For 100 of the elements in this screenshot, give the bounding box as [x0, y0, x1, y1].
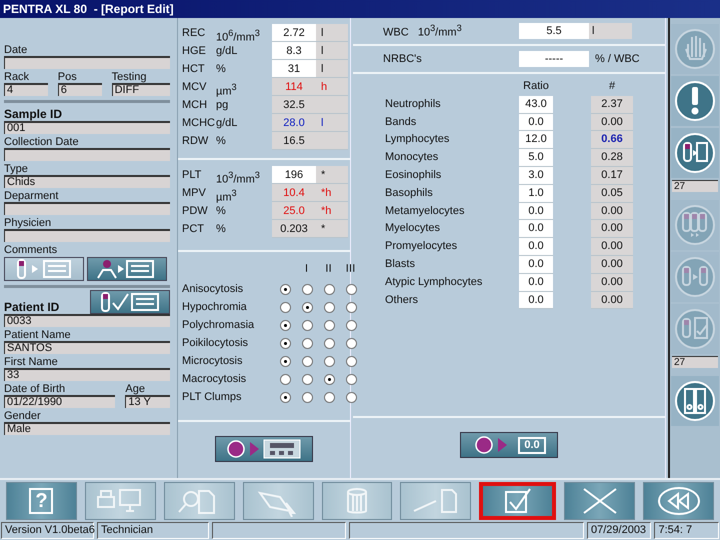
field-label: Deparment	[4, 190, 60, 202]
parameter-unit: g/dL	[216, 44, 238, 59]
radio-button[interactable]	[302, 320, 312, 330]
radio-button[interactable]	[346, 302, 356, 312]
ratio-cell[interactable]: 0.0	[519, 256, 553, 274]
value-cell[interactable]: -----	[519, 51, 589, 67]
tubes-icon	[673, 255, 717, 299]
flag-cell: l	[316, 60, 348, 78]
value-cell[interactable]: 2.72	[272, 24, 316, 42]
field-label: Physicien	[4, 217, 52, 229]
field-label: Patient Name	[4, 329, 72, 341]
input-field[interactable]	[4, 229, 170, 242]
input-field[interactable]: 0033	[4, 314, 170, 327]
radio-button[interactable]	[302, 356, 312, 366]
parameter-unit: % / WBC	[594, 53, 641, 65]
sidebar-button[interactable]	[671, 76, 719, 126]
radio-button[interactable]	[324, 356, 334, 366]
input-field[interactable]: Male	[4, 422, 170, 435]
morphology-label: Microcytosis	[182, 354, 244, 369]
tube-document-check-icon	[673, 307, 717, 351]
input-field[interactable]: 001	[4, 121, 170, 134]
ratio-cell[interactable]: 0.0	[519, 114, 553, 132]
print-settings-button[interactable]	[215, 436, 313, 462]
sidebar-button[interactable]	[671, 128, 719, 178]
ratio-cell[interactable]: 0.0	[519, 292, 553, 310]
radio-button[interactable]	[346, 356, 356, 366]
field-label: Date	[4, 44, 28, 56]
input-field[interactable]: Chids	[4, 175, 170, 188]
value-cell: 0.203	[272, 220, 316, 238]
input-field[interactable]	[4, 148, 170, 161]
sidebar-button[interactable]	[671, 376, 719, 426]
value-cell[interactable]: 196	[272, 166, 316, 184]
field-label: Testing	[112, 71, 148, 83]
ratio-cell[interactable]: 0.0	[519, 202, 553, 220]
ratio-cell[interactable]: 1.0	[519, 184, 553, 203]
radio-button[interactable]	[280, 302, 290, 312]
radio-button[interactable]	[346, 374, 356, 384]
radio-button[interactable]	[346, 320, 356, 330]
radio-button[interactable]	[280, 320, 290, 330]
value-cell: 28.0	[272, 114, 316, 132]
radio-button[interactable]	[324, 374, 334, 384]
count-cell: 0.05	[591, 184, 633, 203]
input-field[interactable]: 33	[4, 368, 170, 381]
radio-button[interactable]	[302, 338, 312, 348]
toolbar-button[interactable]	[643, 482, 714, 520]
radio-button[interactable]	[324, 392, 334, 402]
input-field[interactable]: 13 Y	[125, 395, 170, 408]
value-cell[interactable]: 31	[272, 60, 316, 78]
cell-type-label: Eosinophils	[385, 168, 442, 183]
cell-type-label: Atypic Lymphocytes	[385, 274, 484, 290]
value-cell[interactable]: 8.3	[272, 42, 316, 60]
binders-icon	[673, 379, 717, 423]
count-cell: 2.37	[591, 96, 633, 114]
input-field[interactable]: SANTOS	[4, 341, 170, 354]
comment-button[interactable]	[87, 257, 167, 281]
flag-cell: *	[316, 166, 348, 184]
value-cell: 114	[272, 78, 316, 96]
input-field[interactable]	[4, 56, 170, 69]
parameter-unit: pg	[216, 98, 230, 113]
count-cell: 0.00	[591, 292, 633, 310]
input-field[interactable]: DIFF	[112, 83, 170, 96]
radio-button[interactable]	[280, 356, 290, 366]
input-field[interactable]: 6	[58, 83, 102, 96]
ratio-cell[interactable]: 0.0	[519, 220, 553, 238]
input-field[interactable]	[4, 202, 170, 215]
radio-button[interactable]	[280, 338, 290, 348]
toolbar-button[interactable]	[479, 482, 556, 520]
radio-button[interactable]	[280, 284, 290, 294]
radio-button[interactable]	[280, 374, 290, 384]
version-label: Version V1.0beta6	[1, 522, 94, 539]
flag-cell: *h	[316, 202, 348, 220]
input-field[interactable]: 4	[4, 83, 48, 96]
ratio-cell[interactable]: 0.0	[519, 238, 553, 256]
radio-button[interactable]	[324, 338, 334, 348]
radio-button[interactable]	[280, 392, 290, 402]
radio-button[interactable]	[324, 320, 334, 330]
radio-button[interactable]	[346, 392, 356, 402]
ratio-cell[interactable]: 43.0	[519, 96, 553, 114]
radio-button[interactable]	[302, 284, 312, 294]
input-field[interactable]: 01/22/1990	[4, 395, 116, 408]
ratio-cell[interactable]: 5.0	[519, 149, 553, 167]
radio-button[interactable]	[324, 284, 334, 294]
radio-button[interactable]	[346, 284, 356, 294]
ratio-cell[interactable]: 12.0	[519, 131, 553, 150]
grade-header: ||	[324, 262, 334, 274]
ratio-cell[interactable]: 0.0	[519, 274, 553, 292]
parameter-name: RDW	[182, 134, 210, 149]
recalculate-button[interactable]: 0.0	[460, 432, 558, 458]
count-cell: 0.00	[591, 238, 633, 256]
radio-button[interactable]	[346, 338, 356, 348]
radio-button[interactable]	[324, 302, 334, 312]
ratio-cell[interactable]: 3.0	[519, 166, 553, 185]
value-cell[interactable]: 5.5	[519, 23, 589, 39]
field-label: Pos	[58, 71, 78, 83]
count-cell: 0.00	[591, 274, 633, 292]
radio-button[interactable]	[302, 374, 312, 384]
radio-button[interactable]	[302, 302, 312, 312]
radio-button[interactable]	[302, 392, 312, 402]
toolbar-button[interactable]	[564, 482, 636, 520]
patient-report-button[interactable]	[90, 290, 170, 314]
